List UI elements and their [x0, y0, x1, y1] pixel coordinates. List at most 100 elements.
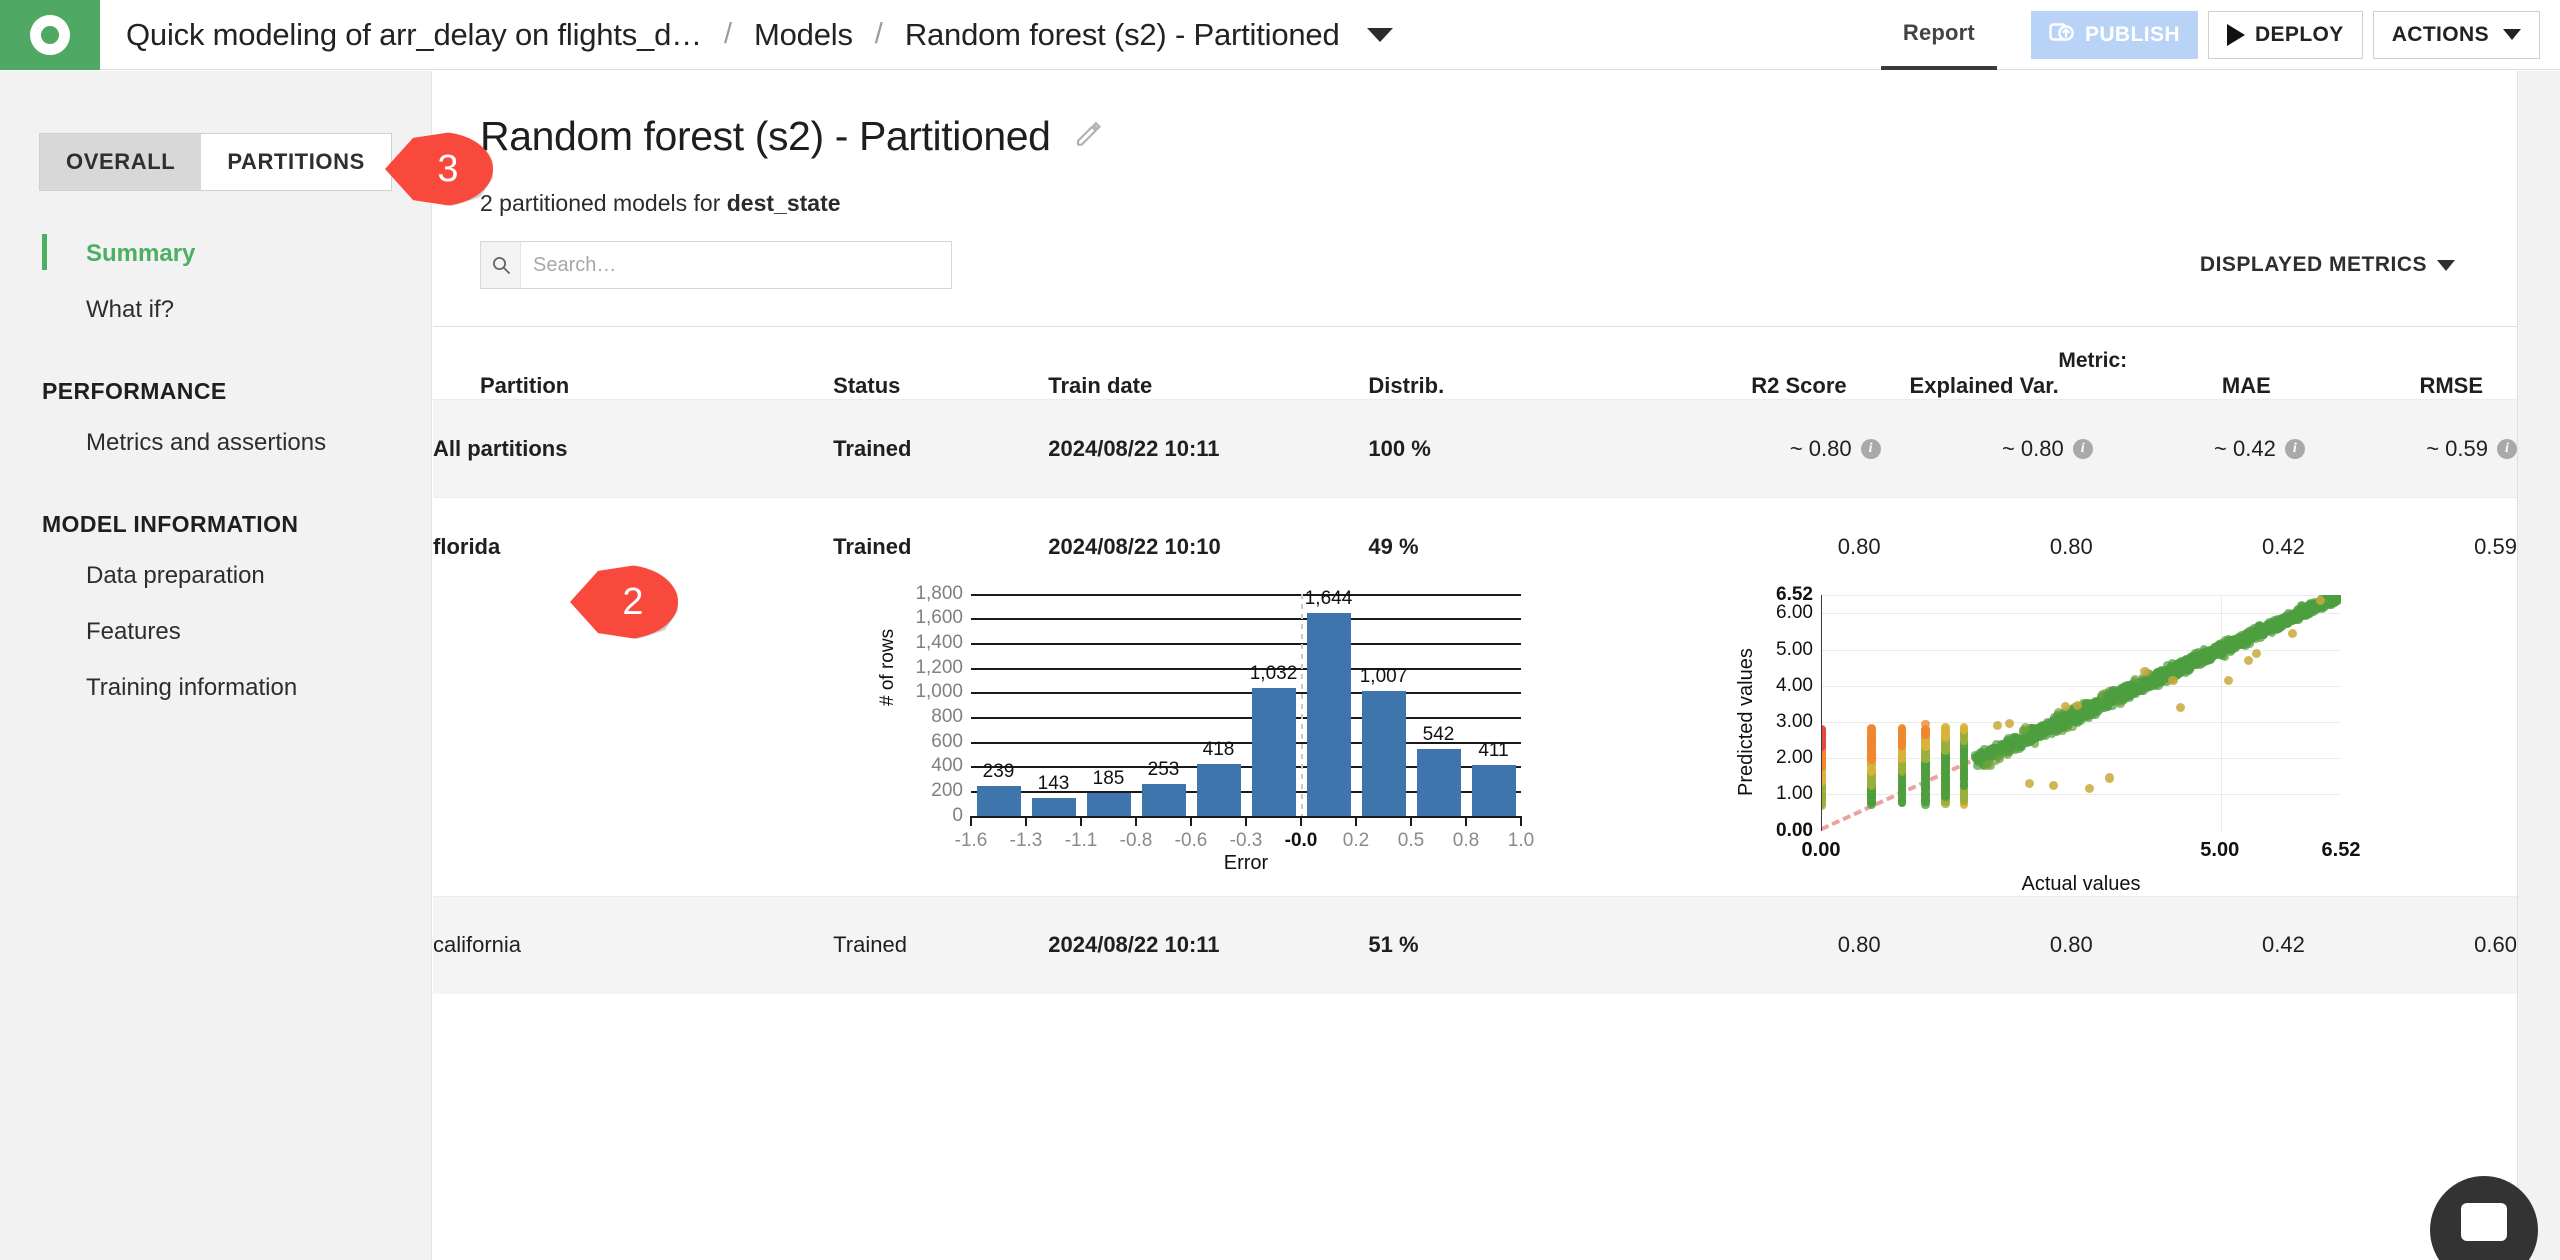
column-header-status[interactable]: Status	[833, 373, 1048, 400]
histogram-y-tick-label: 1,800	[893, 583, 963, 605]
scatter-point	[2140, 667, 2149, 676]
deploy-label: DEPLOY	[2255, 23, 2344, 47]
tab-report[interactable]: Report	[1881, 0, 1997, 70]
sidebar-item-features[interactable]: Features	[0, 604, 432, 660]
cell-mae: ~ 0.42 i	[2093, 400, 2305, 498]
sidebar-item-what-if[interactable]: What if?	[0, 282, 432, 338]
histogram-x-tick-label: 0.2	[1343, 830, 1369, 852]
partitions-panel: Random forest (s2) - Partitioned 2 parti…	[433, 71, 2518, 1260]
histogram-bar[interactable]	[1142, 784, 1186, 815]
sidebar-item-metrics-and-assertions[interactable]: Metrics and assertions	[0, 415, 432, 471]
scatter-point	[2288, 629, 2297, 638]
info-icon[interactable]: i	[2497, 439, 2517, 459]
play-triangle-icon	[2227, 24, 2245, 46]
partition-link-florida[interactable]: florida	[433, 534, 500, 559]
histogram-bar[interactable]	[1197, 764, 1241, 816]
sidebar-item-data-preparation[interactable]: Data preparation	[0, 548, 432, 604]
actions-label: ACTIONS	[2392, 23, 2489, 47]
cell-r2-score: ~ 0.80i	[1669, 400, 1881, 498]
scatter-point	[1867, 725, 1875, 733]
column-header-mae[interactable]: MAE	[2093, 373, 2305, 400]
scatter-gridline	[1822, 613, 2341, 614]
scatter-point	[2244, 656, 2253, 665]
cell-partition[interactable]: california	[433, 896, 833, 994]
histogram-bar[interactable]	[1032, 798, 1076, 816]
histogram-x-tick	[1300, 816, 1302, 826]
info-icon[interactable]: i	[2285, 439, 2305, 459]
breadcrumb-item-models[interactable]: Models	[754, 17, 853, 53]
chat-bubble-glyph	[2461, 1203, 2507, 1241]
deploy-button[interactable]: DEPLOY	[2208, 11, 2363, 59]
sidebar-item-training-information[interactable]: Training information	[0, 660, 432, 716]
info-icon[interactable]: i	[1861, 439, 1881, 459]
scatter-point	[2206, 654, 2215, 663]
histogram-gridline	[971, 618, 1521, 620]
displayed-metrics-dropdown[interactable]: DISPLAYED METRICS	[2200, 253, 2455, 277]
search-box[interactable]	[480, 241, 952, 289]
info-icon[interactable]: i	[2073, 439, 2093, 459]
breadcrumb-separator: /	[853, 18, 905, 51]
histogram-bar[interactable]	[1417, 749, 1461, 816]
scatter-point	[2168, 676, 2177, 685]
scatter-point	[2025, 779, 2034, 788]
histogram-x-tick	[1355, 816, 1357, 826]
scatter-y-tick-label: 6.00	[1743, 602, 1813, 624]
scatter-point	[2124, 691, 2133, 700]
search-input[interactable]	[521, 242, 951, 288]
table-row-all-partitions[interactable]: All partitions Trained 2024/08/22 10:11 …	[433, 400, 2517, 498]
cell-train-date: 2024/08/22 10:11	[1048, 896, 1368, 994]
histogram-gridline	[971, 643, 1521, 645]
histogram-x-tick-label: 0.5	[1398, 830, 1424, 852]
sidebar-item-summary[interactable]: Summary	[0, 226, 432, 282]
histogram-x-tick-label: -1.3	[1010, 830, 1043, 852]
column-header-train-date[interactable]: Train date	[1048, 373, 1368, 400]
column-header-distrib[interactable]: Distrib.	[1368, 373, 1668, 400]
top-bar: Quick modeling of arr_delay on flights_d…	[0, 0, 2560, 70]
histogram-x-tick	[1025, 816, 1027, 826]
histogram-bar-value-label: 253	[1148, 759, 1180, 781]
breadcrumb: Quick modeling of arr_delay on flights_d…	[100, 0, 1881, 69]
scatter-y-tick-label: 3.00	[1743, 711, 1813, 733]
cell-status: Trained	[833, 498, 1048, 596]
breadcrumb-item-project[interactable]: Quick modeling of arr_delay on flights_d…	[126, 17, 702, 53]
scatter-point	[2224, 676, 2233, 685]
column-header-partition[interactable]: Partition	[433, 373, 833, 400]
cell-value: ~ 0.42	[2214, 436, 2276, 462]
scatter-point	[2176, 703, 2185, 712]
tab-overall[interactable]: OVERALL	[40, 134, 201, 190]
partition-count-subtitle: 2 partitioned models for dest_state	[433, 160, 2517, 217]
scatter-point	[2085, 784, 2094, 793]
histogram-x-tick-label: -0.6	[1175, 830, 1208, 852]
pencil-icon[interactable]	[1073, 119, 1103, 154]
publish-button[interactable]: PUBLISH	[2031, 11, 2198, 59]
histogram-bar[interactable]	[1307, 613, 1351, 816]
histogram-x-tick	[1410, 816, 1412, 826]
page-title-row: Random forest (s2) - Partitioned	[433, 71, 2517, 160]
column-header-rmse[interactable]: RMSE	[2305, 373, 2517, 400]
histogram-bar[interactable]	[1472, 765, 1516, 816]
histogram-bar[interactable]	[1362, 691, 1406, 815]
breadcrumb-item-model[interactable]: Random forest (s2) - Partitioned	[905, 17, 1340, 53]
actions-button[interactable]: ACTIONS	[2373, 11, 2540, 59]
dataiku-logo-icon[interactable]	[0, 0, 100, 70]
histogram-bar[interactable]	[977, 786, 1021, 815]
column-header-r2-score[interactable]: R2 Score	[1669, 373, 1881, 400]
scatter-point	[2139, 677, 2148, 686]
tab-partitions[interactable]: PARTITIONS	[201, 134, 391, 190]
histogram-bar-value-label: 418	[1203, 739, 1235, 761]
sidebar-item-label: Metrics and assertions	[86, 429, 326, 456]
scatter-point	[2105, 773, 2114, 782]
chevron-down-icon[interactable]	[1367, 28, 1393, 42]
histogram-bar[interactable]	[1087, 793, 1131, 816]
cell-distrib: 49 %	[1368, 498, 1668, 596]
column-header-explained-var[interactable]: Explained Var.	[1881, 373, 2093, 400]
table-row-california[interactable]: california Trained 2024/08/22 10:11 51 %…	[433, 896, 2517, 994]
cell-partition[interactable]: florida	[433, 498, 833, 596]
histogram-x-tick-label: 1.0	[1508, 830, 1534, 852]
histogram-bar[interactable]	[1252, 688, 1296, 815]
histogram-x-tick-label: -0.0	[1285, 830, 1318, 852]
histogram-x-tick-label: -1.1	[1065, 830, 1098, 852]
partition-link-california[interactable]: california	[433, 932, 521, 957]
histogram-x-tick	[1135, 816, 1137, 826]
histogram-gridline	[971, 692, 1521, 694]
